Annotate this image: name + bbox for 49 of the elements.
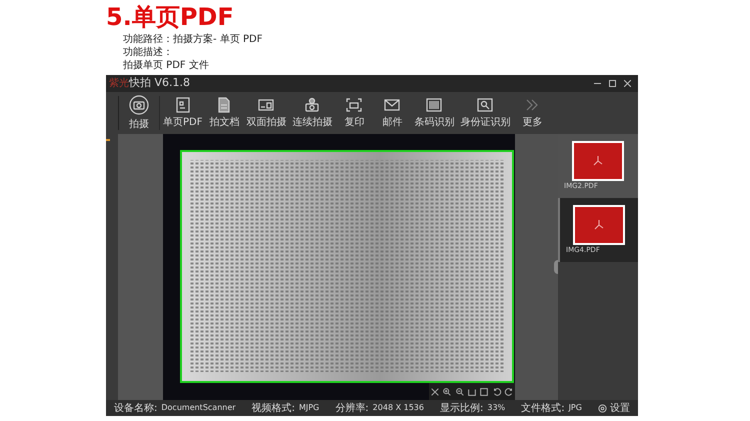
marker-icon bbox=[106, 139, 110, 141]
scan-frame-icon bbox=[345, 96, 364, 112]
status-value: DocumentScanner bbox=[161, 402, 236, 414]
zoom-tool-icon[interactable] bbox=[466, 386, 477, 396]
status-label: 设备名称: bbox=[114, 402, 158, 416]
status-value: JPG bbox=[568, 402, 582, 414]
toolbar-button[interactable]: 条码识别 bbox=[411, 92, 458, 134]
collapse-handle[interactable] bbox=[554, 260, 558, 274]
description-line: 拍摄单页 PDF 文件 bbox=[123, 59, 209, 72]
settings-button[interactable]: 设置 bbox=[598, 400, 630, 416]
zoom-tool-icon[interactable] bbox=[492, 386, 502, 396]
description-line: 功能路径：拍摄方案- 单页 PDF bbox=[123, 33, 262, 46]
status-label: 显示比例: bbox=[440, 402, 484, 416]
toolbar-button[interactable]: 拍摄 bbox=[119, 92, 159, 134]
zoom-tool-icon[interactable] bbox=[454, 386, 465, 396]
toolbar-button[interactable]: 双面拍摄 bbox=[243, 92, 290, 134]
toolbar-button[interactable]: 更多 bbox=[513, 92, 552, 134]
section-heading: 5.单页PDF bbox=[106, 2, 234, 32]
maximize-icon[interactable] bbox=[609, 80, 616, 87]
pdf-icon bbox=[174, 96, 192, 112]
toolbar-button[interactable]: 身份证识别 bbox=[457, 92, 514, 134]
toolbar-button[interactable]: 单页PDF bbox=[160, 92, 206, 134]
status-value: MJPG bbox=[298, 402, 320, 414]
toolbar-button[interactable]: 复印 bbox=[335, 92, 374, 134]
photo-frame-icon bbox=[257, 96, 276, 112]
stacked-camera-icon bbox=[303, 96, 322, 112]
status-label: 视频格式: bbox=[252, 402, 295, 416]
id-card-icon bbox=[476, 96, 494, 112]
description-line: 功能描述： bbox=[123, 46, 173, 59]
toolbar-button[interactable]: 拍文档 bbox=[205, 92, 244, 134]
zoom-tool-icon[interactable] bbox=[504, 386, 514, 396]
close-icon[interactable] bbox=[624, 80, 631, 87]
brand-name: 紫光 bbox=[109, 78, 129, 91]
barcode-icon bbox=[425, 96, 444, 112]
pdf-thumbnail-icon bbox=[573, 204, 625, 245]
status-value: 2048 X 1536 bbox=[372, 402, 424, 414]
pdf-thumbnail-icon bbox=[572, 140, 624, 181]
status-label: 分辨率: bbox=[335, 402, 369, 416]
window-title: 快拍 V6.1.8 bbox=[129, 75, 190, 92]
zoom-tool-icon[interactable] bbox=[430, 386, 440, 396]
zoom-tool-icon[interactable] bbox=[442, 386, 452, 396]
settings-icon bbox=[598, 404, 607, 412]
status-label: 文件格式: bbox=[521, 402, 565, 416]
zoom-tool-icon[interactable] bbox=[479, 386, 490, 396]
camera-icon bbox=[129, 94, 149, 114]
status-value: 33% bbox=[487, 402, 506, 414]
toolbar-button[interactable]: 邮件 bbox=[373, 92, 412, 134]
mail-icon bbox=[383, 96, 402, 112]
toolbar-button[interactable]: 连续拍摄 bbox=[289, 92, 336, 134]
